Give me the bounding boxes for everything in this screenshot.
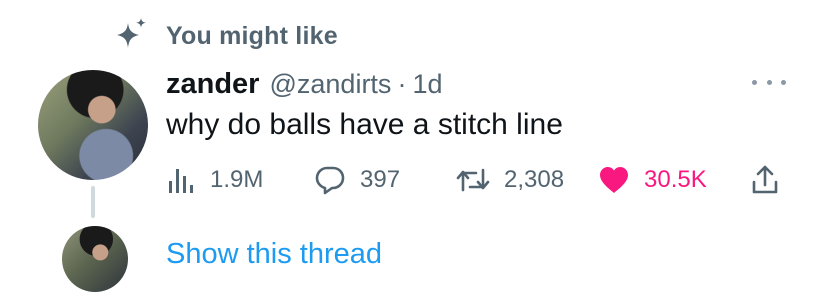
retweet-button[interactable]: 2,308 [456, 160, 564, 200]
header-separator: · [397, 68, 407, 99]
more-dot [752, 79, 757, 85]
avatar[interactable] [38, 70, 148, 180]
social-context: You might like [112, 16, 338, 56]
reply-count: 397 [360, 166, 401, 193]
analytics-icon [166, 165, 196, 195]
retweet-icon [456, 164, 490, 196]
share-button[interactable] [750, 160, 780, 200]
like-count: 30.5K [644, 166, 707, 193]
retweet-count: 2,308 [504, 166, 565, 193]
heart-icon [598, 165, 630, 195]
share-icon [750, 164, 780, 196]
user-handle[interactable]: @zandirts [269, 69, 391, 100]
display-name[interactable]: zander [166, 68, 259, 101]
more-dot [781, 79, 786, 85]
sparkle-icon [112, 17, 150, 55]
tweet-timestamp[interactable]: 1d [412, 69, 442, 100]
views-button[interactable]: 1.9M [166, 160, 263, 200]
thread-avatar[interactable] [62, 226, 128, 292]
like-button[interactable]: 30.5K [598, 160, 707, 200]
tweet-header: zander @zandirts · 1d [166, 64, 442, 104]
more-dot [766, 79, 772, 85]
tweet-actions: 1.9M 397 2,308 30.5K [166, 160, 786, 200]
context-label: You might like [166, 21, 338, 50]
reply-icon [314, 164, 346, 196]
tweet-text: why do balls have a stitch line [166, 108, 563, 141]
views-count: 1.9M [210, 166, 264, 193]
more-options-button[interactable] [752, 74, 786, 90]
show-thread-link[interactable]: Show this thread [166, 238, 382, 271]
thread-connector-line [91, 186, 95, 218]
reply-button[interactable]: 397 [314, 160, 400, 200]
